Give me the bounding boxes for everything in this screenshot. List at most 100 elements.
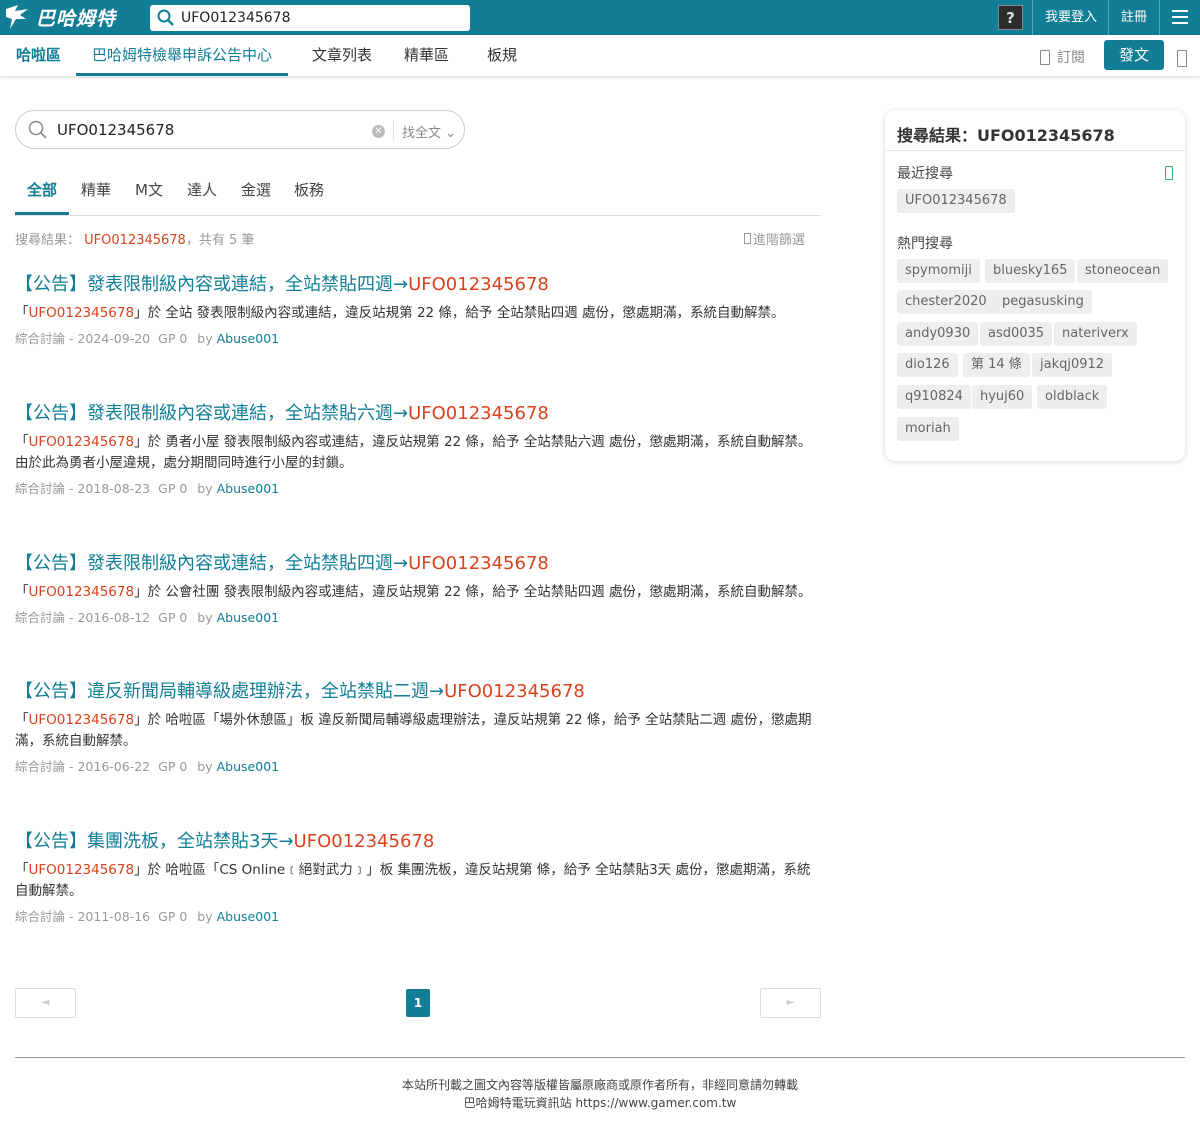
nav-home[interactable]: 哈啦區	[16, 35, 61, 76]
subscribe-icon	[1040, 49, 1050, 65]
search-icon[interactable]	[153, 5, 179, 31]
result-snippet-keyword: UFO012345678	[28, 712, 135, 728]
result-title-link[interactable]: 【公告】發表限制級內容或連結，全站禁貼四週→UFO012345678	[15, 273, 821, 297]
result-date: - 2011-08-16	[69, 909, 151, 924]
site-logo[interactable]: 巴哈姆特	[4, 2, 116, 32]
board-nav: 哈啦區 巴哈姆特檢舉申訴公告中心 文章列表 精華區 板規 訂閱 發文	[0, 35, 1200, 76]
tab-all[interactable]: 全部	[15, 175, 70, 215]
bahamut-logo-icon	[6, 5, 28, 29]
nav-rules[interactable]: 板規	[487, 35, 517, 76]
search-input[interactable]: UFO012345678 ✕ 找全文 ⌄	[15, 110, 465, 149]
chevron-down-icon: ⌄	[441, 126, 457, 141]
quote-open: 「	[15, 305, 29, 321]
result-title-link[interactable]: 【公告】發表限制級內容或連結，全站禁貼四週→UFO012345678	[15, 552, 821, 576]
hot-search-chip[interactable]: hyuj60	[972, 385, 1033, 409]
search-icon	[28, 120, 48, 140]
advanced-filter-label: 進階篩選	[753, 233, 806, 248]
hot-search-chip[interactable]: stoneocean	[1077, 259, 1169, 283]
divider	[885, 150, 1185, 151]
result-meta: 綜合討論 - 2016-08-12 GP 0 by Abuse001	[15, 607, 821, 626]
result-gp: GP 0	[158, 331, 188, 346]
result-title: 【公告】發表限制級內容或連結，全站禁貼四週→	[15, 274, 409, 295]
tab-gold[interactable]: 金選	[241, 175, 271, 215]
result-gp: GP 0	[158, 610, 188, 625]
result-category: 綜合討論	[15, 331, 66, 346]
more-icon[interactable]	[1177, 50, 1187, 67]
result-meta: 綜合討論 - 2011-08-16 GP 0 by Abuse001	[15, 906, 821, 925]
hot-search-chip[interactable]: pegasusking	[994, 290, 1092, 314]
result-snippet-keyword: UFO012345678	[28, 305, 135, 321]
hot-search-label: 熱門搜尋	[897, 236, 953, 252]
tab-m-article[interactable]: M文	[135, 175, 163, 215]
quote-open: 「	[15, 584, 29, 600]
result-title: 【公告】違反新聞局輔導級處理辦法，全站禁貼二週→	[15, 681, 445, 702]
quote-open: 「	[15, 862, 29, 878]
summary-keyword: UFO012345678	[84, 233, 186, 248]
result-author-link[interactable]: Abuse001	[217, 481, 279, 496]
result-snippet-text: 」於 全站 發表限制級內容或連結，違反站規第 22 條，給予 全站禁貼四週 處份…	[134, 305, 785, 321]
result-category: 綜合討論	[15, 759, 66, 774]
hamburger-menu-icon[interactable]	[1172, 10, 1188, 24]
result-date: - 2016-06-22	[69, 759, 151, 774]
result-title: 【公告】發表限制級內容或連結，全站禁貼四週→	[15, 553, 409, 574]
hot-search-chip[interactable]: q910824	[897, 385, 971, 409]
prev-page-button[interactable]: ◄	[15, 988, 76, 1018]
result-author-link[interactable]: Abuse001	[217, 759, 279, 774]
hot-search-chip[interactable]: oldblack	[1037, 385, 1108, 409]
sidebar-title: 搜尋結果：UFO012345678	[897, 126, 1115, 145]
hot-search-chip[interactable]: dio126	[897, 353, 958, 377]
result-category: 綜合討論	[15, 909, 66, 924]
divider	[1108, 0, 1109, 35]
hot-search-chip[interactable]: jakqj0912	[1032, 353, 1113, 377]
next-page-button[interactable]: ►	[760, 988, 821, 1018]
post-button[interactable]: 發文	[1104, 40, 1164, 70]
result-by: by	[197, 481, 213, 496]
nav-article-list[interactable]: 文章列表	[312, 35, 372, 76]
top-search-input[interactable]: UFO012345678	[150, 5, 470, 31]
result-title-link[interactable]: 【公告】集團洗板，全站禁貼3天→UFO012345678	[15, 830, 821, 854]
result-item: 【公告】發表限制級內容或連結，全站禁貼六週→UFO012345678 「UFO0…	[15, 402, 821, 497]
subscribe-button[interactable]: 訂閱	[1040, 47, 1085, 67]
result-snippet-text: 」於 哈啦區「場外休憩區」板 違反新聞局輔導級處理辦法，違反站規第 22 條，給…	[15, 712, 812, 749]
hot-search-chip[interactable]: chester2020	[897, 290, 995, 314]
hot-search-chip[interactable]: moriah	[897, 417, 959, 441]
result-title: 【公告】集團洗板，全站禁貼3天→	[15, 831, 294, 852]
subscribe-label: 訂閱	[1057, 50, 1085, 66]
advanced-filter-button[interactable]: 進階篩選	[744, 229, 805, 248]
result-snippet-keyword: UFO012345678	[28, 862, 135, 878]
tab-expert[interactable]: 達人	[187, 175, 217, 215]
result-snippet-keyword: UFO012345678	[28, 584, 135, 600]
recent-search-chip[interactable]: UFO012345678	[897, 189, 1015, 213]
tab-featured[interactable]: 精華	[81, 175, 111, 215]
result-author-link[interactable]: Abuse001	[217, 610, 279, 625]
result-snippet: 「UFO012345678」於 全站 發表限制級內容或連結，違反站規第 22 條…	[15, 303, 821, 324]
result-by: by	[197, 909, 213, 924]
register-link[interactable]: 註冊	[1121, 0, 1147, 35]
avatar-icon[interactable]: ?	[998, 5, 1023, 30]
result-title-keyword: UFO012345678	[408, 274, 549, 295]
clear-icon[interactable]: ✕	[372, 125, 385, 138]
result-tabs: 全部 精華 M文 達人 金選 板務	[15, 175, 821, 216]
result-snippet: 「UFO012345678」於 公會社團 發表限制級內容或連結，違反站規第 22…	[15, 582, 821, 603]
search-scope-select[interactable]: 找全文 ⌄	[402, 122, 456, 141]
result-item: 【公告】集團洗板，全站禁貼3天→UFO012345678 「UFO0123456…	[15, 830, 821, 925]
result-title-link[interactable]: 【公告】發表限制級內容或連結，全站禁貼六週→UFO012345678	[15, 402, 821, 426]
result-author-link[interactable]: Abuse001	[217, 909, 279, 924]
result-gp: GP 0	[158, 909, 188, 924]
recent-search-label: 最近搜尋	[897, 166, 953, 182]
hot-search-chip[interactable]: asd0035	[980, 322, 1053, 346]
result-author-link[interactable]: Abuse001	[217, 331, 279, 346]
page-1-button[interactable]: 1	[406, 989, 430, 1017]
hot-search-chip[interactable]: spymomiji	[897, 259, 980, 283]
hot-search-chip[interactable]: bluesky165	[985, 259, 1076, 283]
nav-board-home[interactable]: 巴哈姆特檢舉申訴公告中心	[76, 35, 289, 76]
divider	[393, 120, 394, 140]
hot-search-chip[interactable]: 第 14 條	[963, 353, 1030, 377]
hot-search-chip[interactable]: nateriverx	[1054, 322, 1137, 346]
tab-board-affairs[interactable]: 板務	[294, 175, 324, 215]
hot-search-chip[interactable]: andy0930	[897, 322, 979, 346]
trash-icon[interactable]	[1165, 166, 1173, 180]
result-title-link[interactable]: 【公告】違反新聞局輔導級處理辦法，全站禁貼二週→UFO012345678	[15, 680, 821, 704]
login-link[interactable]: 我要登入	[1045, 0, 1097, 35]
nav-featured[interactable]: 精華區	[404, 35, 449, 76]
